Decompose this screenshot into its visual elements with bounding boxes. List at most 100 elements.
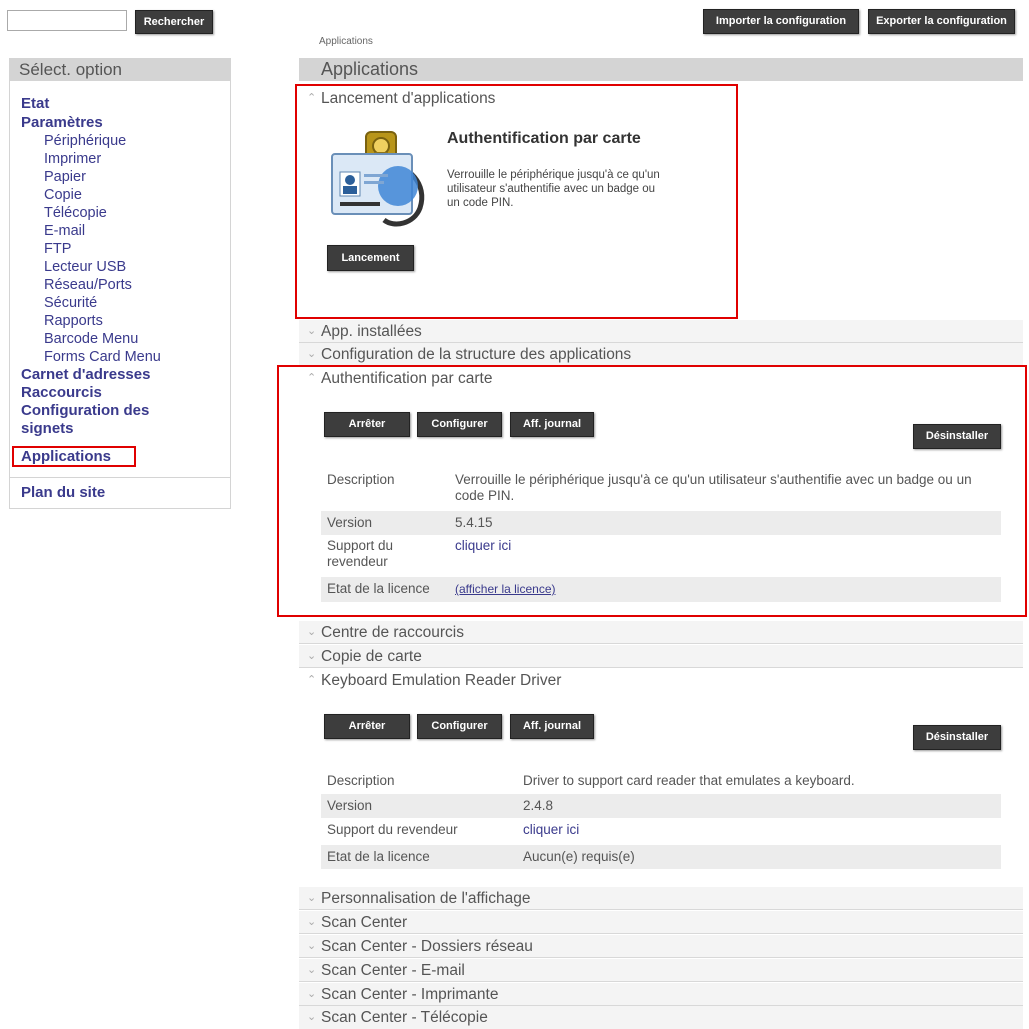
section-scan-center-fax[interactable]: ⌄ Scan Center - Télécopie [299,1006,1023,1029]
row-key: Description [327,472,395,487]
vendor-support-link[interactable]: cliquer ici [455,538,511,554]
export-config-button[interactable]: Exporter la configuration [868,9,1015,34]
nav-sub-lecteur-usb[interactable]: Lecteur USB [44,258,126,276]
row-value: Aucun(e) requis(e) [523,849,635,864]
chevron-down-icon: ⌄ [307,325,317,337]
section-card-auth[interactable]: ⌃ Authentification par carte [299,367,1023,390]
page-title: Applications [299,58,1023,81]
chevron-up-icon: ⌃ [307,372,317,384]
section-label: Scan Center - Dossiers réseau [321,938,533,955]
chevron-down-icon: ⌄ [307,892,317,904]
table-row: Version 5.4.15 [321,511,1001,535]
nav-item-parametres[interactable]: Paramètres [21,114,103,132]
nav-sub-telecopie[interactable]: Télécopie [44,204,107,222]
section-label: Scan Center [321,914,408,931]
nav-sub-barcode-menu[interactable]: Barcode Menu [44,330,138,348]
table-row: Etat de la licence Aucun(e) requis(e) [321,845,1001,869]
row-value: Verrouille le périphérique jusqu'à ce qu… [455,472,972,503]
chevron-down-icon: ⌄ [307,1011,317,1023]
row-value: 5.4.15 [455,515,493,530]
nav-item-config-signets-line2[interactable]: signets [21,420,74,438]
row-key: Support du revendeur [327,822,458,837]
row-key: Etat de la licence [327,849,430,864]
table-row: Description Verrouille le périphérique j… [321,472,1001,510]
chevron-up-icon: ⌃ [307,674,317,686]
launch-app-title: Authentification par carte [447,130,641,147]
import-config-button[interactable]: Importer la configuration [703,9,859,34]
section-label: Lancement d'applications [321,90,496,107]
section-scan-center[interactable]: ⌄ Scan Center [299,911,1023,934]
section-label: App. installées [321,323,422,340]
chevron-up-icon: ⌃ [307,92,317,104]
nav-sub-forms-card-menu[interactable]: Forms Card Menu [44,348,161,366]
card-auth-configure-button[interactable]: Configurer [417,412,502,437]
section-scan-center-printer[interactable]: ⌄ Scan Center - Imprimante [299,983,1023,1006]
keyboard-configure-button[interactable]: Configurer [417,714,502,739]
section-label: Configuration de la structure des applic… [321,346,632,363]
breadcrumb[interactable]: Applications [319,36,373,47]
chevron-down-icon: ⌄ [307,988,317,1000]
nav-item-config-signets[interactable]: Configuration des [21,402,149,420]
nav-sub-securite[interactable]: Sécurité [44,294,97,312]
nav-item-raccourcis[interactable]: Raccourcis [21,384,102,402]
section-label: Scan Center - Imprimante [321,986,499,1003]
table-row: Support du revendeur cliquer ici [321,822,1001,842]
launch-button[interactable]: Lancement [327,245,414,271]
chevron-down-icon: ⌄ [307,650,317,662]
nav-sub-papier[interactable]: Papier [44,168,86,186]
select-option-header: Sélect. option [9,58,231,81]
section-label: Scan Center - Télécopie [321,1009,488,1026]
row-key: Etat de la licence [327,581,430,596]
nav-item-etat[interactable]: Etat [21,95,49,113]
nav-item-applications[interactable]: Applications [21,448,111,466]
table-row: Support du revendeur cliquer ici [321,538,1001,576]
row-key: Support du revendeur [327,538,394,569]
left-nav: Etat Paramètres Périphérique Imprimer Pa… [9,81,231,509]
table-row: Etat de la licence (afficher la licence) [321,577,1001,602]
nav-sub-email[interactable]: E-mail [44,222,85,240]
section-label: Scan Center - E-mail [321,962,465,979]
nav-item-carnet-adresses[interactable]: Carnet d'adresses [21,366,150,384]
section-display-customization[interactable]: ⌄ Personnalisation de l'affichage [299,887,1023,910]
section-scan-center-email[interactable]: ⌄ Scan Center - E-mail [299,959,1023,982]
section-scan-center-network[interactable]: ⌄ Scan Center - Dossiers réseau [299,935,1023,958]
launch-app-description: Verrouille le périphérique jusqu'à ce qu… [447,169,660,209]
nav-item-plan-du-site[interactable]: Plan du site [21,484,105,502]
nav-sub-peripherique[interactable]: Périphérique [44,132,126,150]
nav-sub-reseau-ports[interactable]: Réseau/Ports [44,276,132,294]
section-installed-apps[interactable]: ⌄ App. installées [299,320,1023,343]
search-input[interactable] [7,10,127,31]
section-label: Copie de carte [321,648,422,665]
section-label: Authentification par carte [321,370,493,387]
section-shortcut-center[interactable]: ⌄ Centre de raccourcis [299,621,1023,644]
chevron-down-icon: ⌄ [307,348,317,360]
card-auth-stop-button[interactable]: Arrêter [324,412,410,437]
chevron-down-icon: ⌄ [307,940,317,952]
card-auth-uninstall-button[interactable]: Désinstaller [913,424,1001,449]
section-card-copy[interactable]: ⌄ Copie de carte [299,645,1023,668]
view-license-link[interactable]: (afficher la licence) [455,581,556,597]
section-app-framework-config[interactable]: ⌄ Configuration de la structure des appl… [299,343,1023,366]
chevron-down-icon: ⌄ [307,916,317,928]
search-button[interactable]: Rechercher [135,10,213,34]
section-label: Keyboard Emulation Reader Driver [321,672,562,689]
row-key: Version [327,515,373,530]
vendor-support-link[interactable]: cliquer ici [523,822,579,838]
nav-sub-rapports[interactable]: Rapports [44,312,103,330]
nav-divider [10,477,230,478]
nav-sub-imprimer[interactable]: Imprimer [44,150,101,168]
row-value: 2.4.8 [523,798,554,813]
row-key: Description [327,773,395,788]
badge-card-icon [331,131,425,227]
section-label: Centre de raccourcis [321,624,465,641]
keyboard-uninstall-button[interactable]: Désinstaller [913,725,1001,750]
row-key: Version [327,798,373,813]
section-launch-apps[interactable]: ⌃ Lancement d'applications [299,87,1023,110]
card-auth-log-button[interactable]: Aff. journal [510,412,594,437]
section-keyboard-driver[interactable]: ⌃ Keyboard Emulation Reader Driver [299,669,1023,692]
keyboard-log-button[interactable]: Aff. journal [510,714,594,739]
nav-sub-ftp[interactable]: FTP [44,240,71,258]
keyboard-stop-button[interactable]: Arrêter [324,714,410,739]
nav-sub-copie[interactable]: Copie [44,186,82,204]
section-label: Personnalisation de l'affichage [321,890,531,907]
